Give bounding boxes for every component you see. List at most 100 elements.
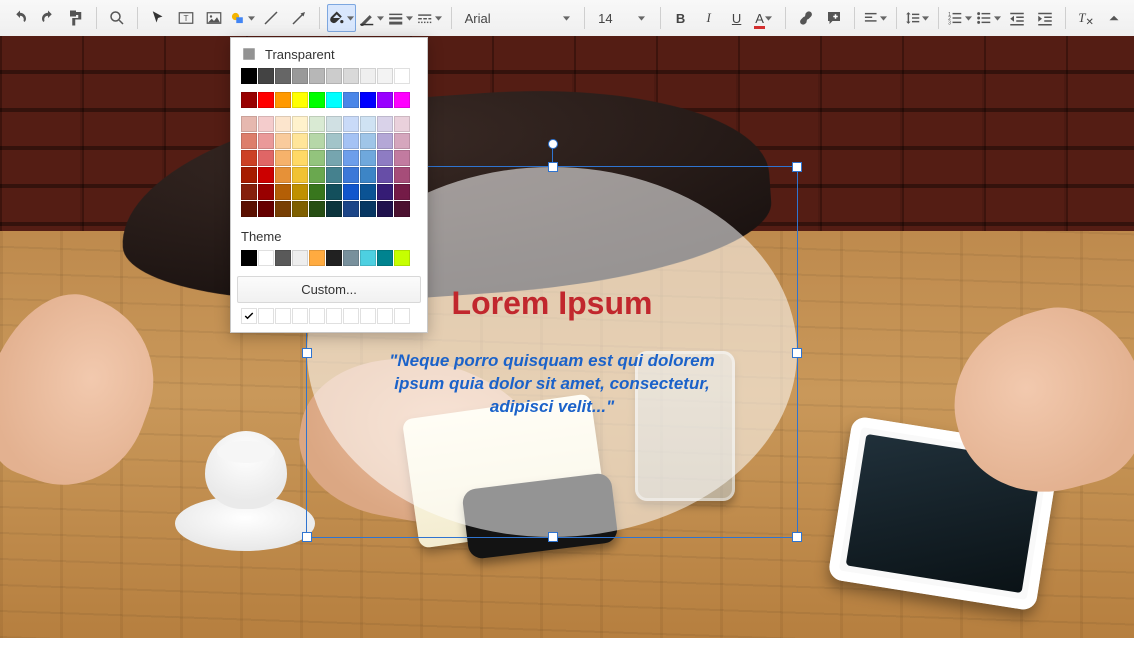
color-swatch[interactable]	[343, 68, 359, 84]
color-swatch[interactable]	[275, 150, 291, 166]
color-swatch[interactable]	[292, 116, 308, 132]
color-swatch[interactable]	[360, 68, 376, 84]
color-swatch[interactable]	[275, 167, 291, 183]
color-swatch[interactable]	[275, 116, 291, 132]
color-swatch[interactable]	[360, 116, 376, 132]
insert-link-button[interactable]	[793, 5, 819, 31]
color-swatch[interactable]	[343, 250, 359, 266]
color-swatch[interactable]	[326, 150, 342, 166]
fill-color-button[interactable]	[327, 4, 356, 32]
color-swatch[interactable]	[258, 184, 274, 200]
border-dash-button[interactable]	[416, 5, 443, 31]
color-swatch[interactable]	[241, 133, 257, 149]
numbered-list-button[interactable]: 123	[946, 5, 973, 31]
color-swatch[interactable]	[343, 167, 359, 183]
resize-handle-b[interactable]	[548, 532, 558, 542]
recent-swatch[interactable]	[394, 308, 410, 324]
color-swatch[interactable]	[241, 201, 257, 217]
color-swatch[interactable]	[275, 250, 291, 266]
color-swatch[interactable]	[241, 250, 257, 266]
color-swatch[interactable]	[360, 250, 376, 266]
redo-button[interactable]	[35, 5, 61, 31]
color-swatch[interactable]	[360, 133, 376, 149]
color-swatch[interactable]	[394, 92, 410, 108]
color-swatch[interactable]	[326, 68, 342, 84]
recent-swatch[interactable]	[309, 308, 325, 324]
recent-swatch[interactable]	[275, 308, 291, 324]
undo-button[interactable]	[7, 5, 33, 31]
color-swatch[interactable]	[292, 167, 308, 183]
image-tool[interactable]	[201, 5, 227, 31]
color-swatch[interactable]	[326, 184, 342, 200]
color-swatch[interactable]	[275, 92, 291, 108]
color-swatch[interactable]	[343, 201, 359, 217]
color-swatch[interactable]	[241, 184, 257, 200]
color-swatch[interactable]	[326, 250, 342, 266]
color-swatch[interactable]	[309, 150, 325, 166]
color-swatch[interactable]	[258, 116, 274, 132]
select-tool[interactable]	[145, 5, 171, 31]
color-swatch[interactable]	[394, 116, 410, 132]
color-swatch[interactable]	[377, 133, 393, 149]
color-swatch[interactable]	[292, 150, 308, 166]
color-swatch[interactable]	[343, 184, 359, 200]
color-swatch[interactable]	[292, 68, 308, 84]
insert-comment-button[interactable]	[821, 5, 847, 31]
color-swatch[interactable]	[343, 133, 359, 149]
collapse-toolbar-button[interactable]	[1101, 5, 1127, 31]
color-swatch[interactable]	[377, 68, 393, 84]
color-swatch[interactable]	[326, 133, 342, 149]
color-swatch[interactable]	[258, 201, 274, 217]
color-swatch[interactable]	[309, 167, 325, 183]
color-swatch[interactable]	[275, 68, 291, 84]
color-swatch[interactable]	[241, 92, 257, 108]
color-swatch[interactable]	[292, 133, 308, 149]
color-swatch[interactable]	[241, 116, 257, 132]
color-swatch[interactable]	[377, 150, 393, 166]
color-swatch[interactable]	[292, 184, 308, 200]
color-swatch[interactable]	[343, 92, 359, 108]
color-swatch[interactable]	[309, 68, 325, 84]
color-swatch[interactable]	[360, 184, 376, 200]
slide-canvas[interactable]: Lorem Ipsum "Neque porro quisquam est qu…	[0, 36, 1134, 638]
indent-more-button[interactable]	[1032, 5, 1058, 31]
color-swatch[interactable]	[394, 250, 410, 266]
color-swatch[interactable]	[377, 201, 393, 217]
resize-handle-tr[interactable]	[792, 162, 802, 172]
font-picker[interactable]: Arial	[459, 5, 578, 31]
resize-handle-t[interactable]	[548, 162, 558, 172]
textbox-tool[interactable]: T	[173, 5, 199, 31]
color-swatch[interactable]	[258, 150, 274, 166]
recent-swatch[interactable]	[343, 308, 359, 324]
color-swatch[interactable]	[292, 92, 308, 108]
resize-handle-bl[interactable]	[302, 532, 312, 542]
color-swatch[interactable]	[241, 68, 257, 84]
resize-handle-br[interactable]	[792, 532, 802, 542]
italic-button[interactable]: I	[696, 5, 722, 31]
color-swatch[interactable]	[309, 116, 325, 132]
color-swatch[interactable]	[241, 167, 257, 183]
border-weight-button[interactable]	[387, 5, 414, 31]
color-swatch[interactable]	[309, 201, 325, 217]
color-swatch[interactable]	[394, 133, 410, 149]
color-swatch[interactable]	[343, 116, 359, 132]
resize-handle-l[interactable]	[302, 348, 312, 358]
line-spacing-button[interactable]	[904, 5, 931, 31]
recent-swatch[interactable]	[258, 308, 274, 324]
color-swatch[interactable]	[394, 68, 410, 84]
color-swatch[interactable]	[326, 116, 342, 132]
color-swatch[interactable]	[377, 250, 393, 266]
color-swatch[interactable]	[258, 167, 274, 183]
paint-format-button[interactable]	[63, 5, 89, 31]
color-swatch[interactable]	[258, 133, 274, 149]
clear-formatting-button[interactable]: T✕	[1073, 5, 1099, 31]
color-swatch[interactable]	[360, 167, 376, 183]
recent-swatch[interactable]	[326, 308, 342, 324]
color-swatch[interactable]	[326, 201, 342, 217]
line-tool[interactable]	[258, 5, 284, 31]
border-color-button[interactable]	[358, 5, 385, 31]
color-swatch[interactable]	[258, 68, 274, 84]
color-swatch[interactable]	[360, 150, 376, 166]
underline-button[interactable]: U	[724, 5, 750, 31]
color-swatch[interactable]	[241, 150, 257, 166]
